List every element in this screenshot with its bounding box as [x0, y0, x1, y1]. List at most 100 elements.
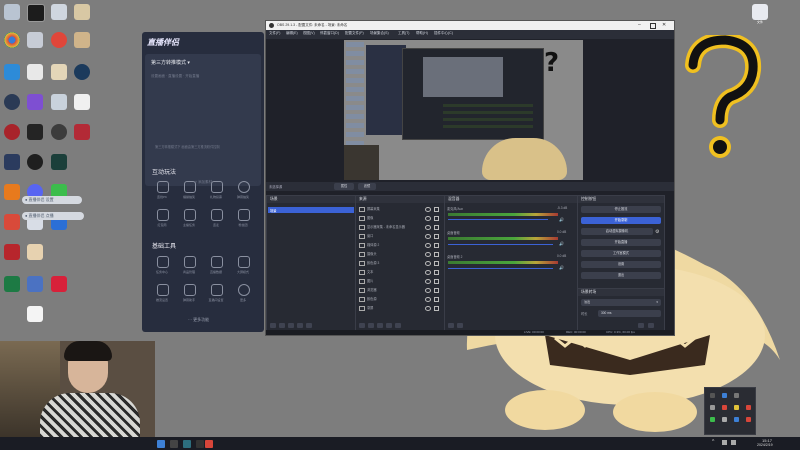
- yd-icon[interactable]: [51, 276, 67, 292]
- visibility-eye-icon[interactable]: [425, 225, 431, 230]
- visibility-eye-icon[interactable]: [425, 270, 431, 275]
- taskbar-app-icon[interactable]: [196, 440, 204, 448]
- visibility-eye-icon[interactable]: [425, 216, 431, 221]
- menu-view[interactable]: 视图(V): [303, 31, 315, 36]
- visibility-eye-icon[interactable]: [425, 207, 431, 212]
- visibility-eye-icon[interactable]: [425, 297, 431, 302]
- lock-icon[interactable]: [434, 252, 439, 257]
- filters-button[interactable]: 滤镜: [358, 183, 376, 190]
- tray-icon[interactable]: [710, 405, 715, 410]
- app-icon[interactable]: [4, 214, 20, 230]
- source-item[interactable]: 媒体源 2: [357, 241, 443, 249]
- tray-chevron-icon[interactable]: ^: [712, 439, 714, 445]
- more-functions-link[interactable]: ⋯ 更多功能: [188, 317, 209, 323]
- home-icon[interactable]: [184, 284, 196, 296]
- clock-date[interactable]: 2024/2/19: [757, 443, 773, 447]
- app-icon[interactable]: [27, 154, 43, 170]
- start-recording-button[interactable]: 开始录制: [581, 217, 661, 224]
- mixer-volume-slider[interactable]: [448, 244, 553, 245]
- scene-filter-icon[interactable]: [288, 323, 294, 328]
- app-icon[interactable]: [51, 94, 67, 110]
- app-icon[interactable]: [51, 154, 67, 170]
- stop-streaming-button[interactable]: 停止推流: [581, 206, 661, 213]
- mixer-volume-slider[interactable]: [448, 219, 548, 220]
- app-icon[interactable]: [27, 276, 43, 292]
- lock-icon[interactable]: [434, 288, 439, 293]
- tray-icon[interactable]: [722, 405, 727, 410]
- km-app-icon[interactable]: [27, 4, 45, 22]
- download-icon[interactable]: [238, 181, 250, 193]
- add-transition-icon[interactable]: [638, 323, 644, 328]
- overlay-pill[interactable]: ● 直播伴侣 设置: [22, 196, 82, 204]
- menu-plugins[interactable]: 插件中心(C): [434, 31, 453, 36]
- app-icon[interactable]: [4, 244, 20, 260]
- close-icon[interactable]: ✕: [662, 22, 666, 28]
- visibility-eye-icon[interactable]: [425, 306, 431, 311]
- edge-icon[interactable]: [51, 4, 67, 20]
- minimize-icon[interactable]: –: [638, 23, 641, 28]
- source-item[interactable]: 浏览器: [357, 286, 443, 294]
- studio-mode-button[interactable]: 工作室模式: [581, 250, 661, 257]
- taskbar-app-icon[interactable]: [205, 440, 213, 448]
- lock-icon[interactable]: [434, 279, 439, 284]
- taskbar-app-icon[interactable]: [183, 440, 191, 448]
- menu-docks[interactable]: 停靠窗口(D): [320, 31, 339, 36]
- mode-selector[interactable]: 第三方转推模式 ▾: [151, 59, 190, 66]
- app-icon[interactable]: [4, 184, 20, 200]
- file-icon[interactable]: [752, 4, 768, 20]
- tray-icon[interactable]: [734, 393, 739, 398]
- network-icon[interactable]: [722, 440, 727, 445]
- emoji-icon[interactable]: [238, 284, 250, 296]
- product-icon[interactable]: [184, 256, 196, 268]
- exit-button[interactable]: 退出: [581, 272, 661, 279]
- source-item[interactable]: 窗口: [357, 232, 443, 240]
- lock-icon[interactable]: [434, 225, 439, 230]
- app-icon[interactable]: [27, 124, 43, 140]
- tray-icon[interactable]: [710, 417, 715, 422]
- lock-icon[interactable]: [434, 207, 439, 212]
- app-icon[interactable]: [4, 94, 20, 110]
- steam-icon[interactable]: [74, 64, 90, 80]
- add-source-icon[interactable]: [359, 323, 365, 328]
- source-up-icon[interactable]: [386, 323, 392, 328]
- lock-icon[interactable]: [434, 297, 439, 302]
- transition-menu-icon[interactable]: [648, 323, 654, 328]
- visibility-eye-icon[interactable]: [425, 261, 431, 266]
- visibility-eye-icon[interactable]: [425, 234, 431, 239]
- source-item[interactable]: 屏幕采集: [357, 205, 443, 213]
- app-icon[interactable]: [27, 32, 43, 48]
- source-down-icon[interactable]: [395, 323, 401, 328]
- lock-icon[interactable]: [434, 234, 439, 239]
- doc-icon[interactable]: [27, 306, 43, 322]
- tray-icon[interactable]: [722, 393, 727, 398]
- properties-button[interactable]: 属性: [334, 183, 354, 190]
- start-icon[interactable]: [157, 440, 165, 448]
- tray-icon[interactable]: [734, 417, 739, 422]
- overlay-pill[interactable]: ● 直播伴侣 点播: [22, 212, 84, 220]
- excel-icon[interactable]: [4, 276, 20, 292]
- menu-file[interactable]: 文件(F): [269, 31, 280, 36]
- source-item[interactable]: 录屏: [357, 304, 443, 312]
- app-icon[interactable]: [51, 124, 67, 140]
- transition-select[interactable]: 淡出 ▾: [581, 299, 661, 306]
- source-settings-icon[interactable]: [377, 323, 383, 328]
- source-item[interactable]: 显示器采集 - 未命名显示器: [357, 223, 443, 231]
- app-icon[interactable]: [4, 154, 20, 170]
- recycle-bin-icon[interactable]: [4, 4, 20, 20]
- tray-icon[interactable]: [746, 405, 751, 410]
- fan-club-icon[interactable]: [238, 209, 250, 221]
- source-item[interactable]: 图像: [357, 214, 443, 222]
- duration-input[interactable]: 300 ms: [598, 310, 661, 317]
- speaker-icon[interactable]: 🔊: [559, 217, 564, 222]
- mic-icon[interactable]: [211, 209, 223, 221]
- gift-vote-icon[interactable]: [211, 181, 223, 193]
- taskbar-app-icon[interactable]: [170, 440, 178, 448]
- menu-profile[interactable]: 配置文件(P): [345, 31, 364, 36]
- lucky-bag-icon[interactable]: [184, 181, 196, 193]
- start-live-button[interactable]: 开始直播: [581, 239, 661, 246]
- source-item[interactable]: 颜色源 3: [357, 259, 443, 267]
- lock-icon[interactable]: [434, 306, 439, 311]
- lock-icon[interactable]: [434, 216, 439, 221]
- visibility-eye-icon[interactable]: [425, 279, 431, 284]
- virtual-camera-settings-icon[interactable]: ⚙: [655, 229, 659, 235]
